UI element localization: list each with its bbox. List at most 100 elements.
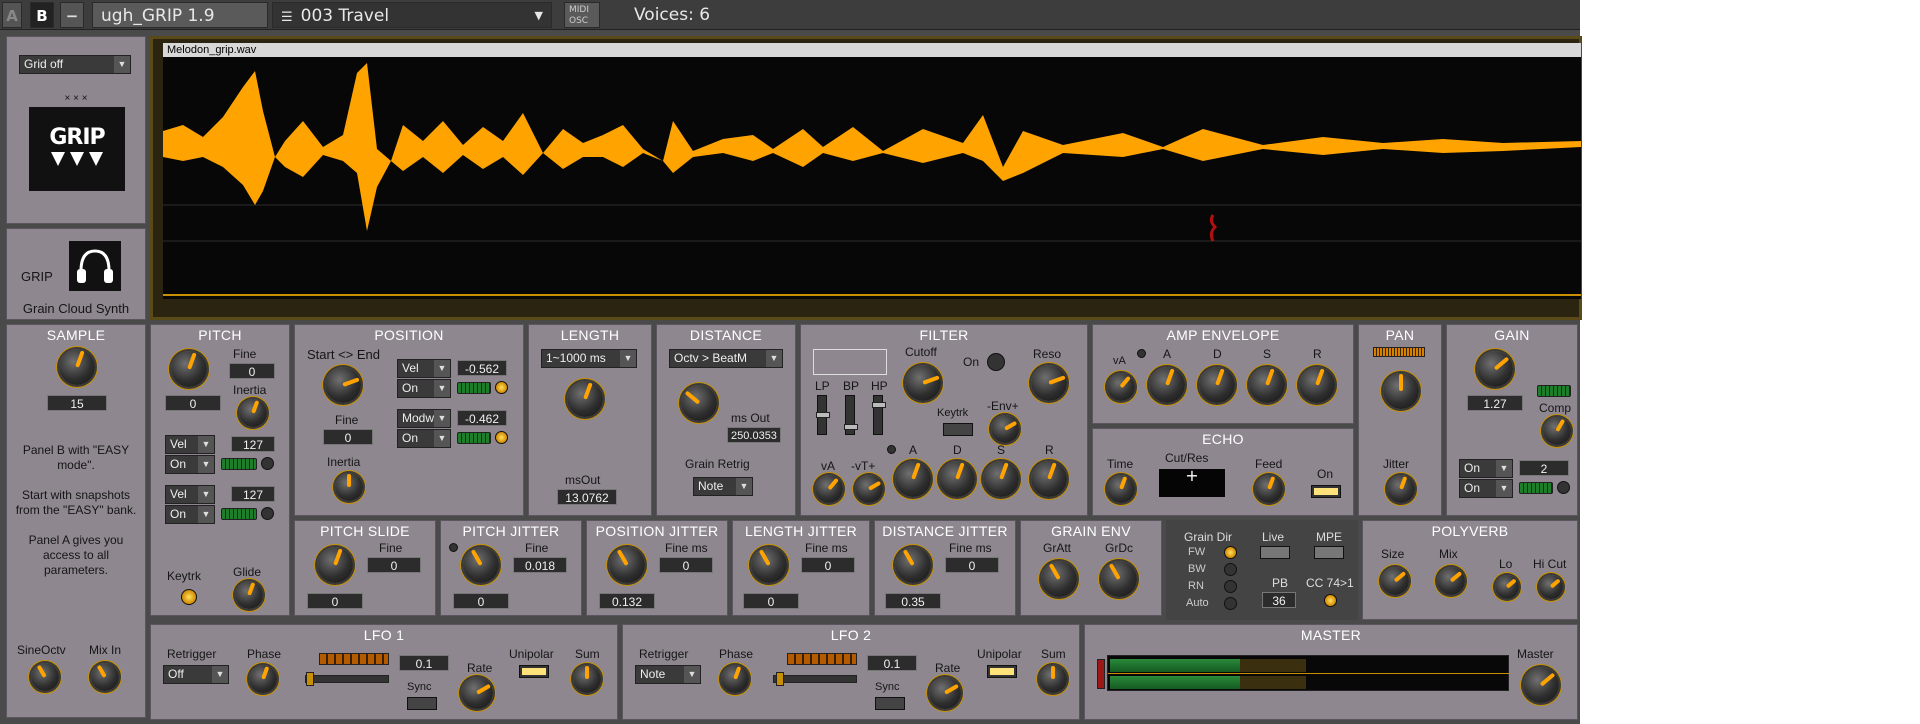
filter-keytrk-toggle[interactable] (943, 423, 973, 436)
filter-decay-knob[interactable] (939, 461, 975, 497)
lfo1-rate-knob[interactable] (461, 677, 493, 709)
position-mod1-led[interactable] (495, 381, 508, 394)
distance-mode-select[interactable]: Octv > BeatM ▼ (669, 349, 783, 368)
position-knob[interactable] (325, 367, 361, 403)
pitch-knob[interactable] (171, 351, 207, 387)
grain-dir-auto-led[interactable] (1224, 597, 1237, 610)
pitch-mod1-amount[interactable]: 127 (231, 436, 275, 452)
filter-on-toggle[interactable] (987, 353, 1005, 371)
lfo1-unipolar-toggle[interactable] (519, 665, 549, 678)
panel-a-button[interactable]: A (2, 2, 22, 28)
gain-mod-state[interactable]: On ▼ (1459, 479, 1513, 498)
pitch-jitter-value[interactable]: 0 (453, 593, 509, 609)
position-mod2-state[interactable]: On ▼ (397, 429, 451, 448)
position-fine-value[interactable]: 0 (323, 429, 373, 445)
filter-vt-knob[interactable] (855, 475, 883, 503)
pan-knob[interactable] (1383, 373, 1419, 409)
position-jitter-knob[interactable] (609, 547, 645, 583)
lfo2-sync-toggle[interactable] (875, 697, 905, 710)
lfo1-rate-value[interactable]: 0.1 (399, 655, 449, 671)
amp-sustain-knob[interactable] (1249, 367, 1285, 403)
echo-feed-knob[interactable] (1255, 475, 1283, 503)
gain-knob[interactable] (1477, 351, 1513, 387)
reso-knob[interactable] (1031, 365, 1067, 401)
echo-time-knob[interactable] (1107, 475, 1135, 503)
hp-slider[interactable] (872, 395, 886, 435)
pitch-mod1-led[interactable] (261, 457, 274, 470)
pitch-mod2-state[interactable]: On ▼ (165, 505, 215, 524)
lfo2-retrigger-select[interactable]: Note ▼ (635, 665, 701, 684)
gain-mod-source[interactable]: On ▼ (1459, 459, 1513, 478)
live-toggle[interactable] (1260, 546, 1290, 559)
distance-jitter-value[interactable]: 0.35 (885, 593, 941, 609)
panel-b-button[interactable]: B (30, 2, 54, 28)
cc74-led[interactable] (1324, 594, 1337, 607)
sample-knob[interactable] (59, 349, 95, 385)
lfo2-sum-knob[interactable] (1039, 665, 1067, 693)
lfo1-rate-slider[interactable] (305, 672, 389, 686)
waveform-display[interactable]: Melodon_grip.wav (150, 36, 1582, 320)
position-mod1-source[interactable]: Vel ▼ (397, 359, 451, 378)
mixin-knob[interactable] (91, 663, 119, 691)
polyverb-size-knob[interactable] (1381, 567, 1409, 595)
position-mod2-amount[interactable]: -0.462 (457, 410, 507, 426)
env-amount-knob[interactable] (991, 415, 1019, 443)
gain-value[interactable]: 1.27 (1467, 395, 1523, 411)
keytrk-led[interactable] (181, 589, 197, 605)
amp-release-knob[interactable] (1299, 367, 1335, 403)
master-volume-knob[interactable] (1523, 667, 1559, 703)
comp-knob[interactable] (1543, 417, 1571, 445)
filter-va-knob[interactable] (815, 475, 843, 503)
amp-attack-knob[interactable] (1149, 367, 1185, 403)
bp-slider[interactable] (844, 395, 858, 435)
glide-knob[interactable] (235, 581, 263, 609)
distance-knob[interactable] (681, 385, 717, 421)
pitch-mod1-source[interactable]: Vel ▼ (165, 435, 215, 454)
pitch-jitter-knob[interactable] (463, 547, 499, 583)
pitch-slide-value[interactable]: 0 (307, 593, 363, 609)
grain-retrig-select[interactable]: Note ▼ (693, 477, 753, 496)
lfo2-rate-knob[interactable] (929, 677, 961, 709)
gain-mod-amount[interactable]: 2 (1519, 460, 1569, 476)
pitch-jitter-fine-value[interactable]: 0.018 (513, 557, 567, 573)
lfo2-rate-value[interactable]: 0.1 (867, 655, 917, 671)
position-mod1-amount[interactable]: -0.562 (457, 360, 507, 376)
lfo2-rate-slider[interactable] (773, 672, 857, 686)
instrument-name-field[interactable]: ugh_GRIP 1.9 (92, 2, 268, 28)
pitch-mod2-led[interactable] (261, 507, 274, 520)
pitch-slide-knob[interactable] (317, 547, 353, 583)
grid-mode-select[interactable]: Grid off ▼ (19, 55, 131, 74)
pitch-mod2-source[interactable]: Vel ▼ (165, 485, 215, 504)
pitch-mod2-amount[interactable]: 127 (231, 486, 275, 502)
amp-va-knob[interactable] (1107, 373, 1135, 401)
pitch-value[interactable]: 0 (165, 395, 221, 411)
sample-value[interactable]: 15 (47, 395, 107, 411)
mpe-toggle[interactable] (1314, 546, 1344, 559)
filter-sustain-knob[interactable] (983, 461, 1019, 497)
grain-dir-bw-led[interactable] (1224, 563, 1237, 576)
pitch-slide-fine-value[interactable]: 0 (367, 557, 421, 573)
lfo1-sync-toggle[interactable] (407, 697, 437, 710)
distance-jitter-knob[interactable] (895, 547, 931, 583)
lp-slider[interactable] (816, 395, 830, 435)
pitch-fine-value[interactable]: 0 (229, 363, 275, 379)
position-mod1-state[interactable]: On ▼ (397, 379, 451, 398)
minimize-button[interactable]: − (60, 2, 84, 28)
lfo1-sum-knob[interactable] (573, 665, 601, 693)
length-jitter-fine-value[interactable]: 0 (801, 557, 855, 573)
cutoff-knob[interactable] (905, 365, 941, 401)
polyverb-hicut-knob[interactable] (1539, 575, 1563, 599)
waveform-canvas[interactable] (163, 57, 1581, 299)
echo-on-toggle[interactable] (1311, 485, 1341, 498)
position-mod2-led[interactable] (495, 431, 508, 444)
cut-res-xy-pad[interactable]: + (1159, 468, 1225, 497)
position-mod2-source[interactable]: Modw ▼ (397, 409, 451, 428)
gain-mod-led[interactable] (1557, 481, 1570, 494)
position-jitter-fine-value[interactable]: 0 (659, 557, 713, 573)
grain-dir-rn-led[interactable] (1224, 580, 1237, 593)
pb-range-value[interactable]: 36 (1262, 592, 1296, 608)
lfo2-phase-knob[interactable] (721, 665, 749, 693)
filter-release-knob[interactable] (1031, 461, 1067, 497)
pitch-inertia-knob[interactable] (239, 399, 267, 427)
lfo2-unipolar-toggle[interactable] (987, 665, 1017, 678)
